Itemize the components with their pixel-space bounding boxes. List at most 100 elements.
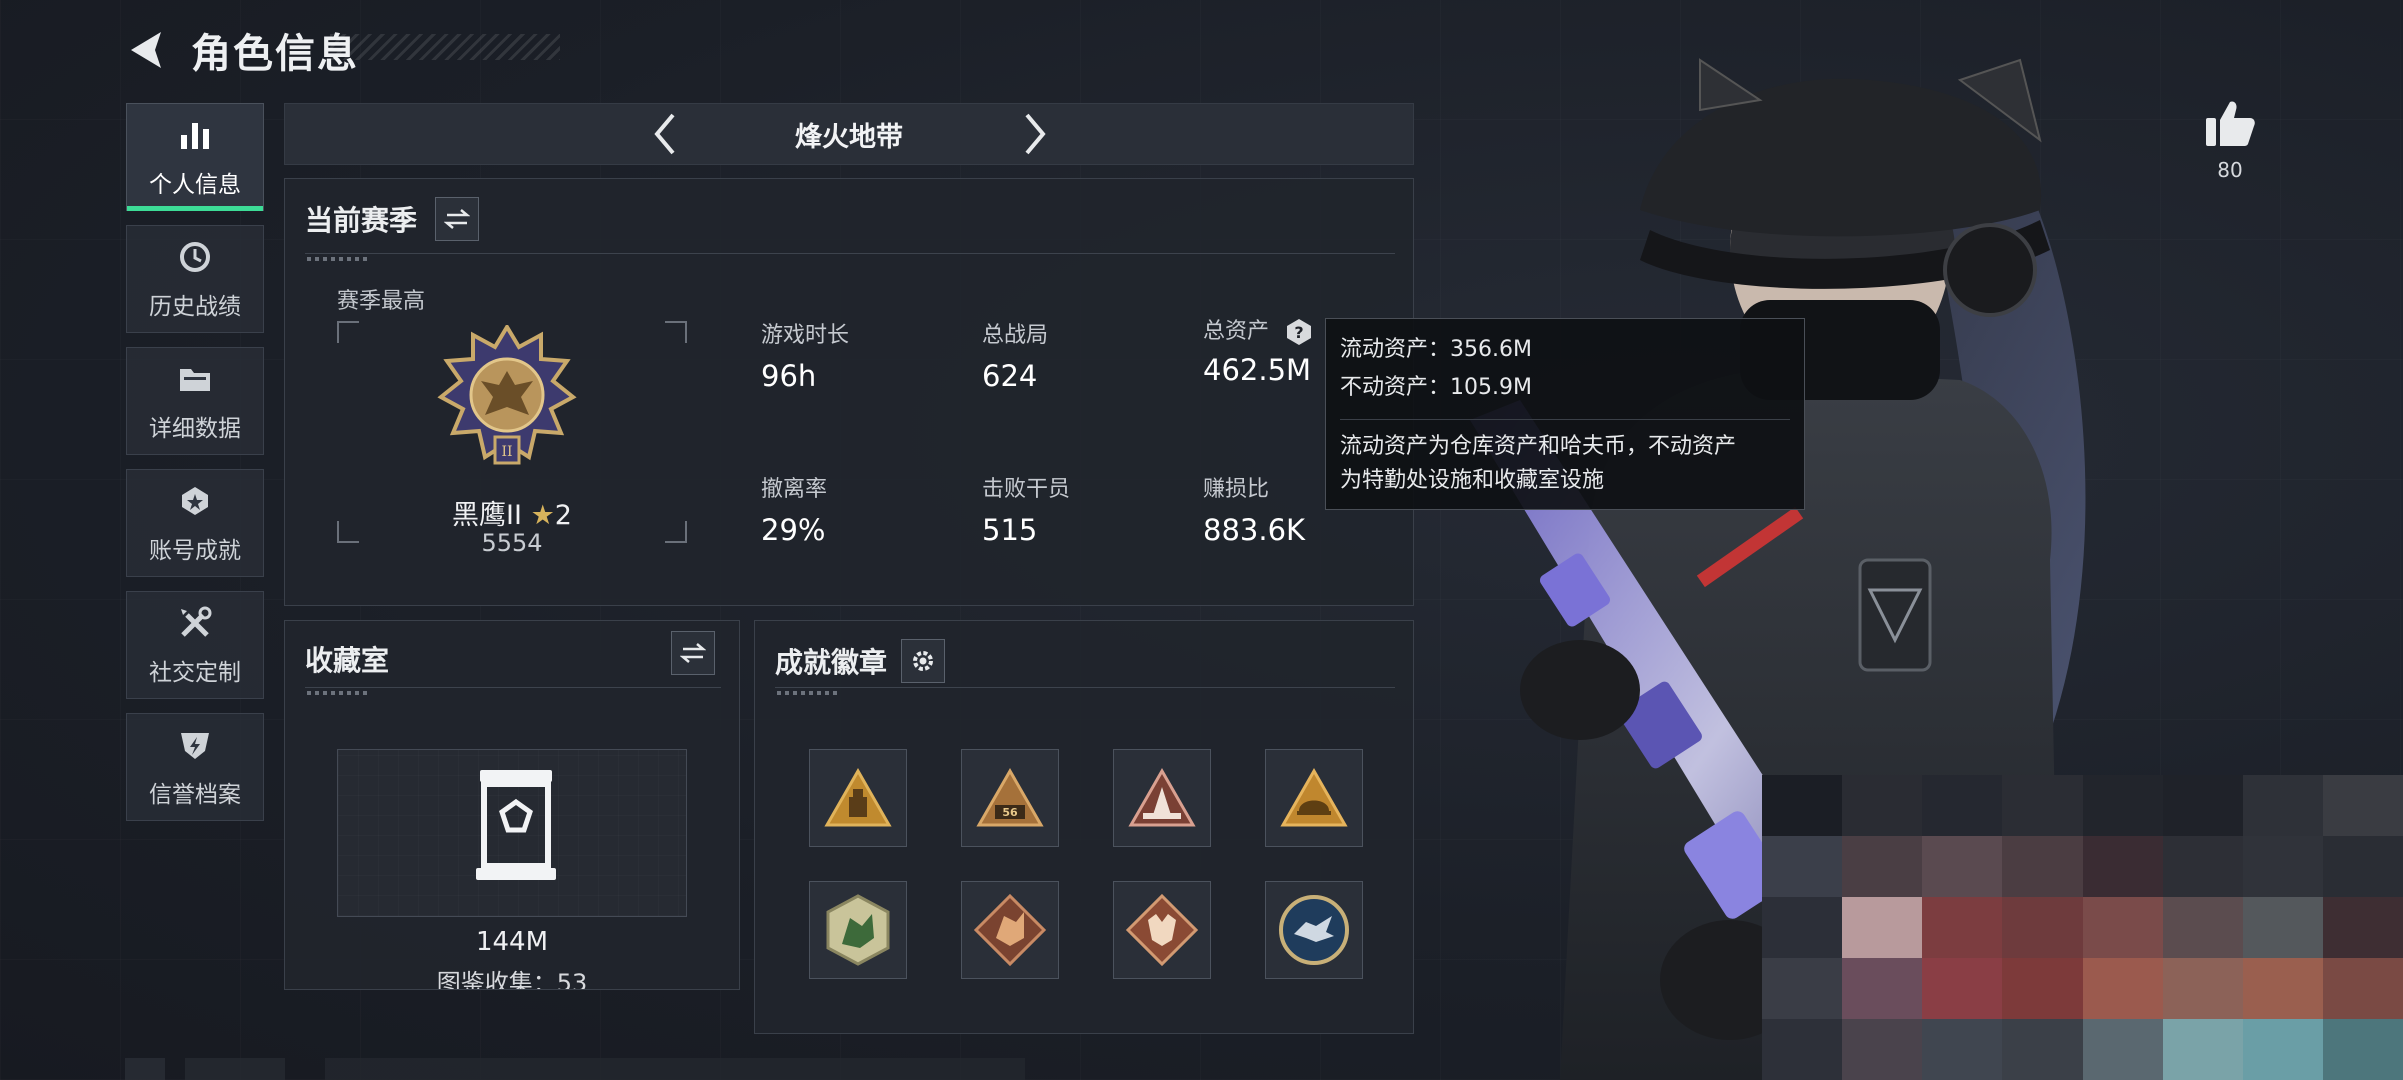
- sidebar-item-achievements[interactable]: 账号成就: [126, 469, 264, 577]
- stat-value: 515: [982, 513, 1038, 547]
- mode-selector: 烽火地带: [284, 103, 1414, 165]
- like-count: 80: [2217, 158, 2243, 182]
- badge-diamond-wolf-bronze-icon: [1125, 893, 1199, 967]
- switch-season-button[interactable]: [435, 197, 480, 241]
- star-icon: ★: [530, 500, 555, 531]
- stat-value: 29%: [761, 513, 826, 547]
- sidebar-item-label: 账号成就: [149, 538, 241, 564]
- stat-value: 883.6K: [1203, 513, 1306, 547]
- sidebar-item-label: 历史战绩: [149, 294, 241, 320]
- badge-slot[interactable]: [809, 881, 907, 979]
- title-decoration: [330, 34, 560, 60]
- gear-icon: [913, 651, 934, 671]
- current-season-panel: 当前赛季 赛季最高 II 黑鹰II ★2 5554 游戏时长 96h 总战局 6…: [284, 178, 1414, 606]
- stat-label: 总战局: [982, 323, 1049, 348]
- divider: [305, 687, 721, 688]
- back-icon[interactable]: [125, 28, 169, 72]
- stat-value: 96h: [761, 359, 817, 393]
- rank-emblem-icon: II: [437, 325, 577, 465]
- mode-title: 烽火地带: [795, 121, 903, 153]
- stat-label: 撤离率: [761, 477, 828, 502]
- page-header: 角色信息: [125, 22, 359, 78]
- like-widget[interactable]: 80: [2202, 98, 2258, 182]
- shield-icon: [181, 733, 209, 759]
- badge-hexagon-dragon-green-icon: [826, 894, 890, 966]
- divider-dots: [307, 257, 367, 261]
- badge-triangle-soldier-icon: [824, 767, 892, 827]
- switch-collection-button[interactable]: [671, 631, 715, 675]
- rank-frame: II 黑鹰II ★2 5554: [337, 321, 687, 557]
- chevron-left-icon[interactable]: [645, 109, 685, 159]
- folder-icon: [180, 369, 210, 391]
- chevron-right-icon[interactable]: [1015, 109, 1055, 159]
- collection-header: 收藏室: [305, 639, 389, 679]
- pixelated-area: [1762, 775, 2403, 1080]
- badge-settings-button[interactable]: [901, 639, 946, 683]
- rank-name: 黑鹰II: [452, 500, 522, 531]
- sidebar-item-credit-record[interactable]: 信誉档案: [126, 713, 264, 821]
- badge-slot[interactable]: [1265, 749, 1363, 847]
- stat-kills: 击败干员 515: [982, 471, 1070, 547]
- achievements-header: 成就徽章: [775, 639, 946, 683]
- badge-slot[interactable]: [1113, 749, 1211, 847]
- badge-slot[interactable]: [809, 749, 907, 847]
- stat-total-assets: 总资产 ? 462.5M: [1203, 313, 1314, 387]
- rank-stars: 2: [554, 500, 572, 531]
- stat-label-row: 总资产 ?: [1203, 313, 1314, 347]
- help-icon[interactable]: ?: [1284, 317, 1314, 347]
- badge-triangle-helmet-icon: [1280, 767, 1348, 827]
- bottom-obscured-bar: [125, 1058, 1425, 1080]
- swap-icon: [680, 643, 706, 663]
- achievement-icon: [182, 487, 208, 515]
- divider-dots: [777, 691, 837, 695]
- stat-label: 总资产: [1203, 319, 1270, 344]
- achievement-badges-panel: 成就徽章 56: [754, 620, 1414, 1034]
- badge-slot[interactable]: [1265, 881, 1363, 979]
- stat-profit-loss: 赚损比 883.6K: [1203, 471, 1305, 547]
- divider-dots: [307, 691, 367, 695]
- stat-extraction-rate: 撤离率 29%: [761, 471, 827, 547]
- achievements-title: 成就徽章: [775, 646, 888, 679]
- sidebar-item-label: 个人信息: [149, 172, 241, 198]
- display-case-icon: [476, 770, 556, 880]
- badge-circle-eagle-blue-icon: [1279, 895, 1349, 965]
- tools-icon: [181, 606, 212, 637]
- sidebar-item-social-custom[interactable]: 社交定制: [126, 591, 264, 699]
- collection-value: 144M: [475, 927, 549, 957]
- stat-label: 击败干员: [982, 477, 1071, 502]
- sidebar-item-label: 信誉档案: [149, 782, 241, 808]
- tooltip-description: 流动资产为仓库资产和哈夫币，不动资产 为特勤处设施和收藏室设施: [1340, 419, 1790, 498]
- svg-text:II: II: [501, 444, 512, 460]
- tooltip-description-line: 流动资产为仓库资产和哈夫币，不动资产: [1340, 434, 1737, 459]
- rank-name-line: 黑鹰II ★2: [337, 493, 687, 532]
- sidebar-item-detailed-data[interactable]: 详细数据: [126, 347, 264, 455]
- swap-icon: [444, 209, 471, 229]
- collection-title: 收藏室: [305, 644, 390, 677]
- sidebar-item-history[interactable]: 历史战绩: [126, 225, 264, 333]
- badge-slot[interactable]: [1113, 881, 1211, 979]
- svg-text:?: ?: [1294, 323, 1303, 342]
- collection-preview[interactable]: [337, 749, 687, 917]
- badge-triangle-building-icon: [1128, 767, 1196, 827]
- season-best-label: 赛季最高: [337, 289, 426, 314]
- divider: [775, 687, 1395, 688]
- liquid-assets-line: 流动资产：356.6M: [1340, 337, 1532, 362]
- sidebar-item-label: 详细数据: [149, 416, 241, 442]
- stat-value: 624: [982, 359, 1038, 393]
- badge-diamond-dragon-bronze-icon: [973, 893, 1047, 967]
- stat-play-time: 游戏时长 96h: [761, 317, 849, 393]
- season-header: 当前赛季: [305, 197, 480, 241]
- badge-triangle-56-icon: 56: [976, 767, 1044, 827]
- season-title: 当前赛季: [305, 204, 418, 237]
- collection-room-panel: 收藏室 144M 图鉴收集：53: [284, 620, 740, 990]
- divider: [305, 253, 1395, 254]
- badge-slot[interactable]: [961, 881, 1059, 979]
- sidebar-item-personal-info[interactable]: 个人信息: [126, 103, 264, 211]
- badge-slot[interactable]: 56: [961, 749, 1059, 847]
- stat-label: 赚损比: [1203, 477, 1270, 502]
- stat-value: 462.5M: [1203, 353, 1312, 387]
- svg-text:56: 56: [1002, 806, 1018, 819]
- total-assets-tooltip: 流动资产：356.6M 不动资产：105.9M 流动资产为仓库资产和哈夫币，不动…: [1325, 318, 1805, 510]
- rank-score: 5554: [481, 529, 543, 557]
- bar-chart-icon: [181, 123, 209, 149]
